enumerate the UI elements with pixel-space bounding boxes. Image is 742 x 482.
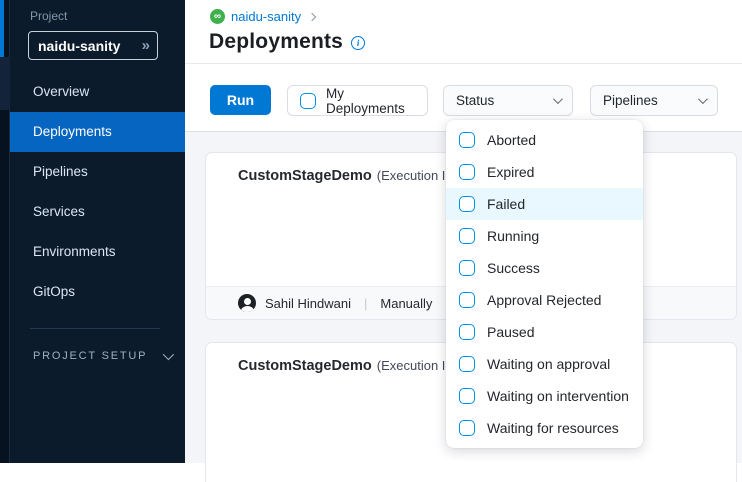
- status-option-label: Approval Rejected: [487, 292, 601, 308]
- sidebar-nav-item[interactable]: Services: [10, 192, 185, 232]
- pipelines-filter-label: Pipelines: [603, 93, 658, 108]
- status-option[interactable]: Expired: [446, 156, 643, 188]
- sidebar-nav-item[interactable]: Deployments: [10, 112, 185, 152]
- status-option-checkbox[interactable]: [459, 388, 475, 404]
- sidebar-nav: Overview Deployments Pipelines Services …: [10, 72, 185, 312]
- run-button[interactable]: Run: [210, 85, 271, 115]
- pipeline-name: CustomStageDemo: [238, 168, 372, 184]
- project-setup-label: PROJECT SETUP: [33, 350, 147, 362]
- project-setup-toggle[interactable]: PROJECT SETUP: [33, 350, 171, 362]
- execution-id-label: (Execution Id: [377, 168, 453, 183]
- module-rail: [0, 0, 10, 463]
- sidebar-nav-item-label: Pipelines: [33, 164, 88, 179]
- trigger-type: Manually: [380, 296, 432, 311]
- breadcrumb: ∞ naidu-sanity: [210, 9, 315, 24]
- pipelines-filter-dropdown[interactable]: Pipelines: [590, 85, 718, 116]
- status-option-checkbox[interactable]: [459, 420, 475, 436]
- project-expand-icon[interactable]: »: [142, 37, 148, 54]
- status-option-checkbox[interactable]: [459, 324, 475, 340]
- status-option-checkbox[interactable]: [459, 260, 475, 276]
- my-deployments-checkbox[interactable]: [300, 93, 316, 109]
- sidebar-nav-item[interactable]: Pipelines: [10, 152, 185, 192]
- status-option-label: Paused: [487, 324, 534, 340]
- main-area: ∞ naidu-sanity Deployments i Run My Depl…: [185, 0, 742, 463]
- user-avatar-icon: [238, 294, 256, 312]
- status-option[interactable]: Waiting on approval: [446, 348, 643, 380]
- status-option[interactable]: Aborted: [446, 124, 643, 156]
- status-filter-label: Status: [456, 93, 494, 108]
- status-option-label: Waiting for resources: [487, 420, 619, 436]
- module-rail-item[interactable]: [0, 57, 10, 110]
- status-option-label: Success: [487, 260, 540, 276]
- sidebar-nav-item-label: Services: [33, 204, 85, 219]
- chevron-down-icon: [553, 94, 563, 104]
- footer-separator: |: [360, 296, 371, 311]
- breadcrumb-project-link[interactable]: naidu-sanity: [231, 9, 301, 24]
- status-option-checkbox[interactable]: [459, 356, 475, 372]
- project-label: Project: [30, 9, 67, 23]
- module-rail-active-indicator: [0, 0, 4, 57]
- status-option[interactable]: Success: [446, 252, 643, 284]
- triggered-by-user: Sahil Hindwani: [265, 296, 351, 311]
- status-option-label: Failed: [487, 196, 525, 212]
- project-selector-value: naidu-sanity: [38, 38, 120, 54]
- status-option-checkbox[interactable]: [459, 196, 475, 212]
- status-option-label: Expired: [487, 164, 534, 180]
- status-option-checkbox[interactable]: [459, 164, 475, 180]
- sidebar-divider: [30, 328, 160, 329]
- sidebar-nav-item-label: Deployments: [33, 124, 112, 139]
- sidebar-nav-item[interactable]: Environments: [10, 232, 185, 272]
- chevron-down-icon: [163, 349, 174, 360]
- cd-module-icon: ∞: [210, 9, 225, 24]
- page-title: Deployments: [209, 30, 343, 54]
- chevron-right-icon: [308, 12, 316, 20]
- status-option[interactable]: Waiting on intervention: [446, 380, 643, 412]
- status-option[interactable]: Running: [446, 220, 643, 252]
- header-divider: [185, 63, 742, 64]
- sidebar-nav-item-label: GitOps: [33, 284, 75, 299]
- project-selector[interactable]: naidu-sanity »: [28, 31, 158, 60]
- status-option[interactable]: Failed: [446, 188, 643, 220]
- status-option[interactable]: Approval Rejected: [446, 284, 643, 316]
- status-option[interactable]: Paused: [446, 316, 643, 348]
- status-option-label: Waiting on approval: [487, 356, 610, 372]
- chevron-down-icon: [698, 94, 708, 104]
- project-sidebar: Project naidu-sanity » Overview Deployme…: [0, 0, 185, 463]
- sidebar-nav-item-label: Environments: [33, 244, 116, 259]
- page-title-row: Deployments i: [209, 30, 365, 54]
- deployment-card-title-row: CustomStageDemo (Execution Id: [238, 358, 453, 374]
- status-filter-dropdown[interactable]: Status: [443, 85, 573, 116]
- status-filter-menu: Aborted Expired Failed Running Success A…: [446, 120, 643, 448]
- status-option-label: Running: [487, 228, 539, 244]
- sidebar-nav-item-label: Overview: [33, 84, 89, 99]
- info-icon[interactable]: i: [351, 36, 365, 50]
- sidebar-nav-item[interactable]: GitOps: [10, 272, 185, 312]
- deployment-card-title-row: CustomStageDemo (Execution Id: [238, 168, 453, 184]
- sidebar-nav-item[interactable]: Overview: [10, 72, 185, 112]
- my-deployments-filter[interactable]: My Deployments: [287, 85, 428, 116]
- status-option-checkbox[interactable]: [459, 228, 475, 244]
- status-option-label: Waiting on intervention: [487, 388, 629, 404]
- status-option-checkbox[interactable]: [459, 292, 475, 308]
- pipeline-name: CustomStageDemo: [238, 358, 372, 374]
- status-option[interactable]: Waiting for resources: [446, 412, 643, 444]
- execution-id-label: (Execution Id: [377, 358, 453, 373]
- status-option-checkbox[interactable]: [459, 132, 475, 148]
- my-deployments-label: My Deployments: [326, 86, 415, 116]
- status-option-label: Aborted: [487, 132, 536, 148]
